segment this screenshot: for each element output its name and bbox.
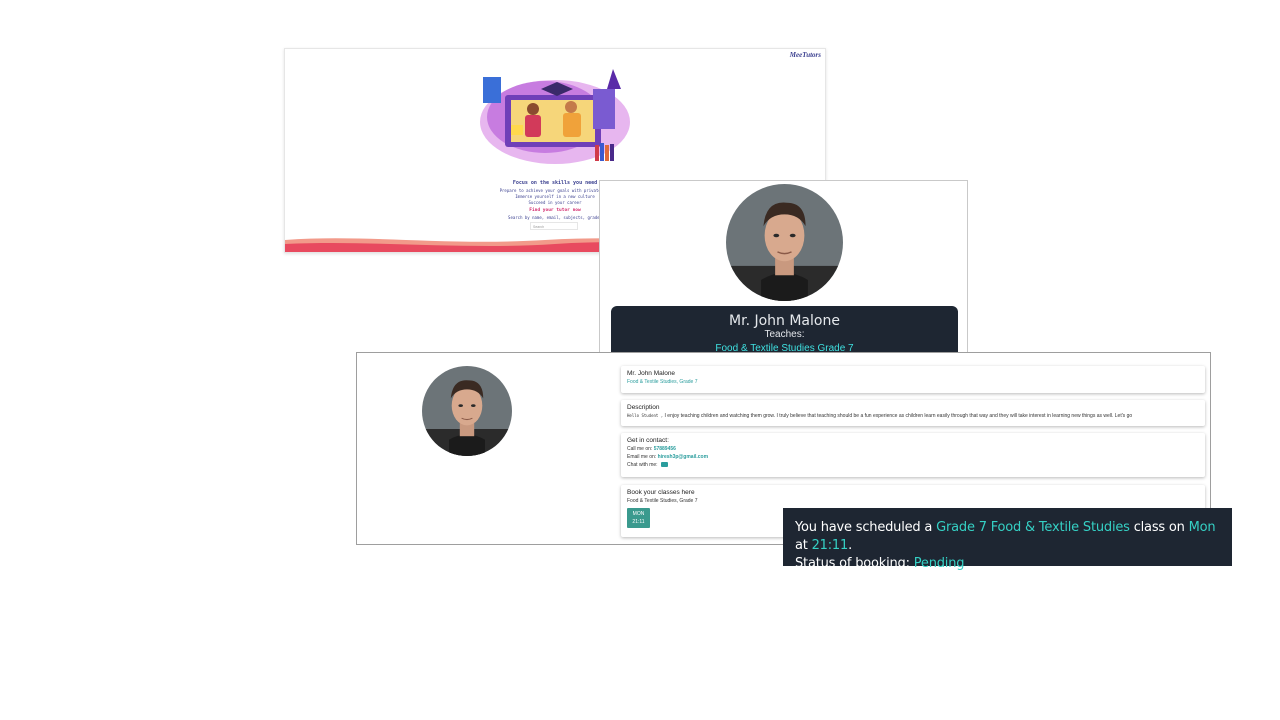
toast-class-name: Grade 7 Food & Textile Studies (936, 520, 1130, 535)
booking-toast: You have scheduled a Grade 7 Food & Text… (783, 508, 1232, 571)
chat-label: Chat with me: (627, 462, 658, 468)
portrait-image (422, 366, 512, 456)
detail-subject-line: Food & Textile Studies, Grade 7 (627, 379, 698, 385)
toast-text: class on (1133, 520, 1185, 535)
booking-title: Book your classes here (627, 489, 695, 496)
site-logo[interactable]: MeeTutors (790, 51, 821, 59)
toast-status-label: Status of booking: (795, 556, 910, 571)
detail-tutor-name: Mr. John Malone (627, 370, 676, 377)
contact-title: Get in contact: (627, 437, 669, 444)
slot-day: MON (632, 511, 645, 517)
contact-card: Get in contact: Call me on: 57889456 Ema… (621, 433, 1205, 477)
slot-time: 21:11 (632, 519, 645, 525)
description-card: Description Hello Student , I enjoy teac… (621, 400, 1205, 426)
description-title: Description (627, 404, 660, 411)
portrait-image (726, 184, 843, 301)
description-text: I enjoy teaching children and watching t… (664, 413, 1133, 419)
tutor-avatar (726, 184, 843, 301)
toast-status-value: Pending (913, 556, 965, 571)
toast-day: Mon (1188, 520, 1216, 535)
time-slot-button[interactable]: MON 21:11 (627, 508, 650, 528)
chat-icon[interactable] (660, 462, 668, 468)
name-card: Mr. John Malone Food & Textile Studies, … (621, 366, 1205, 393)
tutor-search-input[interactable]: Search (530, 222, 578, 230)
tutor-avatar (422, 366, 512, 456)
tutor-name: Mr. John Malone (729, 313, 840, 329)
description-greeting: Hello Student , (627, 413, 664, 418)
toast-text: . (848, 538, 853, 553)
booking-subject: Food & Textile Studies, Grade 7 (627, 498, 698, 504)
call-label: Call me on: (627, 446, 653, 452)
tutor-card-screenshot: Mr. John Malone Teaches: Food & Textile … (599, 180, 968, 362)
phone-link[interactable]: 57889456 (654, 446, 676, 452)
hero-illustration (480, 69, 630, 164)
toast-text: at (795, 538, 808, 553)
teaches-label: Teaches: (764, 329, 805, 340)
toast-text: You have scheduled a (795, 520, 933, 535)
toast-time: 21:11 (811, 538, 849, 553)
email-link[interactable]: hiresh3p@gmail.com (658, 454, 708, 460)
email-label: Email me on: (627, 454, 657, 460)
